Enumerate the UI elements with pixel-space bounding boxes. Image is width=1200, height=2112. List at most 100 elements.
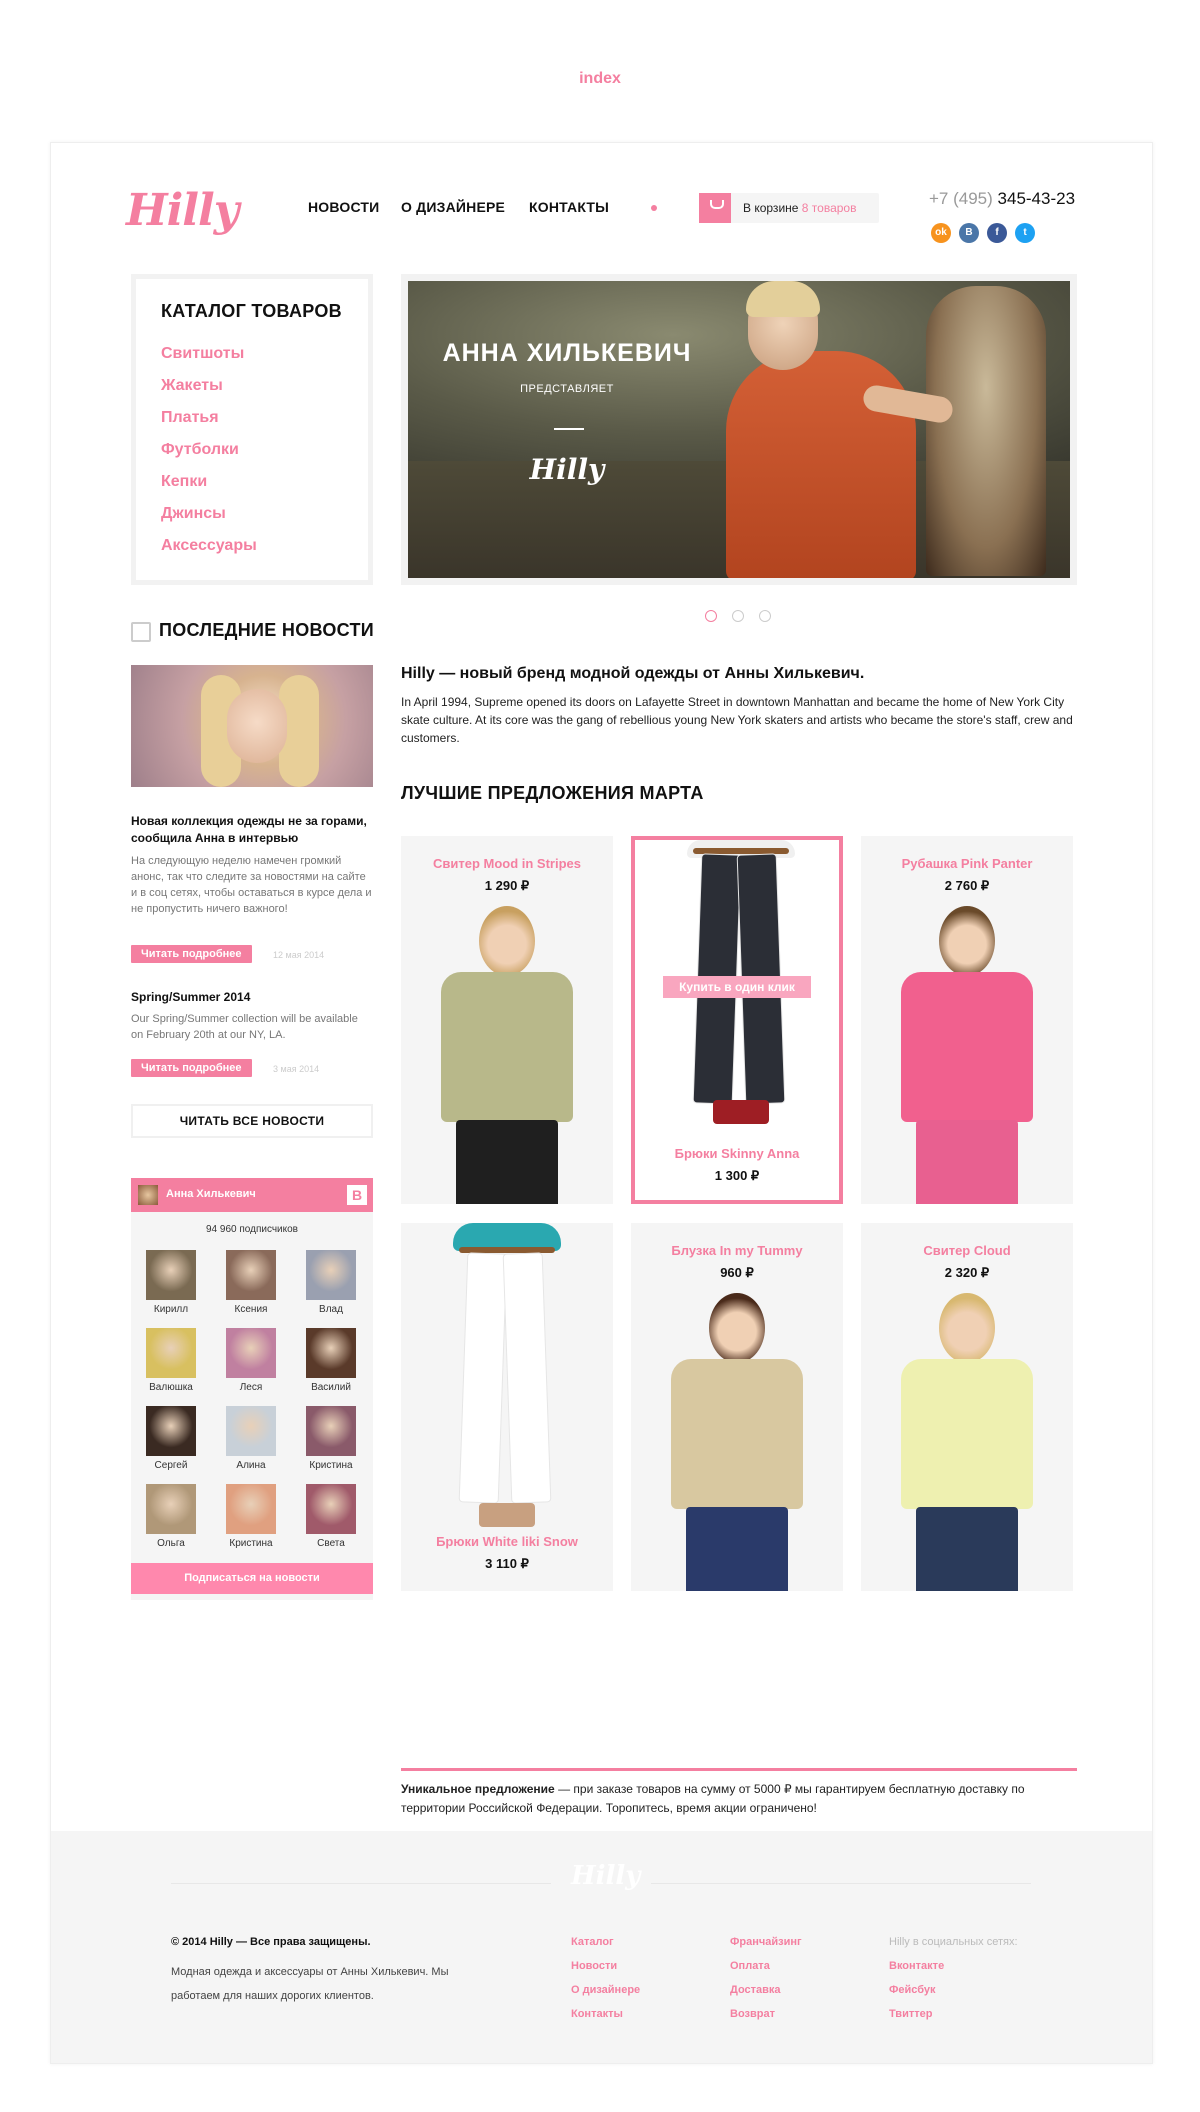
brand-description: In April 1994, Supreme opened its doors … xyxy=(401,695,1073,745)
page: index Hilly НОВОСТИ О ДИЗАЙНЕРЕ КОНТАКТЫ… xyxy=(0,0,1200,2112)
footer-description: Модная одежда и аксессуары от Анны Хильк… xyxy=(171,1966,449,2002)
vk-friend-name: Влад xyxy=(319,1304,343,1315)
product-name[interactable]: Брюки Skinny Anna xyxy=(635,1146,839,1161)
product-card[interactable]: Блузка In my Tummy 960 ₽ xyxy=(631,1223,843,1591)
catalog-item[interactable]: Свитшоты xyxy=(161,344,257,376)
product-card[interactable]: Рубашка Pink Panter 2 760 ₽ xyxy=(861,836,1073,1204)
product-card[interactable]: Свитер Cloud 2 320 ₽ xyxy=(861,1223,1073,1591)
catalog-item[interactable]: Футболки xyxy=(161,440,257,472)
catalog-list: Свитшоты Жакеты Платья Футболки Кепки Джинсы А… xyxy=(161,344,257,568)
vk-friend[interactable]: Василий xyxy=(306,1328,356,1393)
footer-link[interactable]: О дизайнере xyxy=(571,1984,640,1996)
subscribe-button[interactable]: Подписаться на новости xyxy=(131,1563,373,1594)
twitter-icon[interactable]: t xyxy=(1015,223,1035,243)
chair-image xyxy=(926,286,1046,576)
product-price: 2 320 ₽ xyxy=(944,1265,990,1280)
slider-dots xyxy=(705,610,785,622)
footer-link[interactable]: Каталог xyxy=(571,1936,614,1948)
vk-friend-name: Алина xyxy=(236,1460,266,1471)
site-logo[interactable]: Hilly xyxy=(126,185,239,236)
phone-number: +7 (495) 345-43-23 xyxy=(929,189,1076,208)
vk-friend-name: Василий xyxy=(311,1382,351,1393)
unique-offer-divider xyxy=(401,1768,1077,1771)
catalog-item[interactable]: Жакеты xyxy=(161,376,257,408)
nav-contacts[interactable]: КОНТАКТЫ xyxy=(529,199,609,215)
buy-one-click-button[interactable]: Купить в один клик xyxy=(663,976,811,998)
facebook-icon[interactable]: f xyxy=(987,223,1007,243)
vk-friend[interactable]: Кристина xyxy=(226,1484,276,1549)
product-card[interactable]: Брюки Skinny Anna 1 300 ₽ Купить в один кл… xyxy=(631,836,843,1204)
vk-friend[interactable]: Света xyxy=(306,1484,356,1549)
slider-dot[interactable] xyxy=(705,610,717,622)
avatar xyxy=(226,1328,276,1378)
footer-logo[interactable]: Hilly xyxy=(571,1861,640,1891)
vk-friend[interactable]: Кристина xyxy=(306,1406,356,1471)
vk-friend[interactable]: Сергей xyxy=(146,1406,196,1471)
vk-friend[interactable]: Алина xyxy=(226,1406,276,1471)
news-item-title[interactable]: Spring/Summer 2014 xyxy=(131,989,381,1006)
vkontakte-icon[interactable]: B xyxy=(959,223,979,243)
footer-link[interactable]: Фейсбук xyxy=(889,1984,936,1996)
news-item-title[interactable]: Новая коллекция одежды не за горами, соо… xyxy=(131,813,381,847)
shopping-bag-icon xyxy=(699,193,731,223)
model-head xyxy=(939,1293,995,1363)
nav-designer[interactable]: О ДИЗАЙНЕРЕ xyxy=(401,199,505,215)
model-bottom xyxy=(916,1507,1018,1591)
catalog-item[interactable]: Джинсы xyxy=(161,504,257,536)
catalog-item[interactable]: Платья xyxy=(161,408,257,440)
news-title: ПОСЛЕДНИЕ НОВОСТИ xyxy=(131,620,374,642)
catalog-item[interactable]: Аксессуары xyxy=(161,536,257,568)
odnoklassniki-icon[interactable]: ok xyxy=(931,223,951,243)
vk-friend[interactable]: Кирилл xyxy=(146,1250,196,1315)
footer-link[interactable]: Доставка xyxy=(730,1984,781,1996)
catalog-item[interactable]: Кепки xyxy=(161,472,257,504)
model-top xyxy=(901,972,1033,1122)
footer-divider xyxy=(171,1883,551,1884)
vk-friend-name: Ксения xyxy=(234,1304,268,1315)
catalog-box: КАТАЛОГ ТОВАРОВ Свитшоты Жакеты Платья Футб… xyxy=(131,274,373,585)
product-name[interactable]: Блузка In my Tummy xyxy=(631,1243,843,1258)
product-name[interactable]: Свитер Cloud xyxy=(861,1243,1073,1258)
vkontakte-icon: B xyxy=(347,1185,367,1205)
slider-dot[interactable] xyxy=(732,610,744,622)
model-bottom xyxy=(686,1507,788,1591)
product-name[interactable]: Брюки White liki Snow xyxy=(401,1534,613,1549)
vk-friend[interactable]: Ольга xyxy=(146,1484,196,1549)
shoe xyxy=(479,1503,535,1527)
leg xyxy=(458,1252,508,1504)
vk-header[interactable]: Анна Хилькевич B xyxy=(131,1178,373,1212)
all-news-button[interactable]: ЧИТАТЬ ВСЕ НОВОСТИ xyxy=(131,1104,373,1138)
model-bottom xyxy=(916,1120,1018,1204)
avatar xyxy=(306,1484,356,1534)
news-image[interactable] xyxy=(131,665,373,787)
read-more-button[interactable]: Читать подробнее xyxy=(131,945,252,963)
footer-link[interactable]: Франчайзинг xyxy=(730,1936,802,1948)
footer-link[interactable]: Новости xyxy=(571,1960,617,1972)
product-card[interactable]: Свитер Mood in Stripes 1 290 ₽ xyxy=(401,836,613,1204)
news-date: 3 мая 2014 xyxy=(273,1064,320,1074)
cart-widget[interactable]: В корзине 8 товаров xyxy=(699,193,879,223)
footer-link[interactable]: Возврат xyxy=(730,2008,775,2020)
footer-link[interactable]: Оплата xyxy=(730,1960,770,1972)
hero-title: АННА ХИЛЬКЕВИЧ xyxy=(442,339,692,367)
vk-friend[interactable]: Ксения xyxy=(226,1250,276,1315)
vk-friend[interactable]: Леся xyxy=(226,1328,276,1393)
footer-link[interactable]: Вконтакте xyxy=(889,1960,944,1972)
avatar xyxy=(306,1328,356,1378)
vk-friend[interactable]: Валюшка xyxy=(146,1328,196,1393)
product-card[interactable]: Брюки White liki Snow 3 110 ₽ xyxy=(401,1223,613,1591)
vk-friend[interactable]: Влад xyxy=(306,1250,356,1315)
footer-social-title: Hilly в социальных сетях: xyxy=(889,1936,1018,1948)
product-name[interactable]: Свитер Mood in Stripes xyxy=(401,856,613,871)
product-name[interactable]: Рубашка Pink Panter xyxy=(861,856,1073,871)
footer-link[interactable]: Контакты xyxy=(571,2008,623,2020)
cart-count: 8 товаров xyxy=(801,201,857,215)
nav-news[interactable]: НОВОСТИ xyxy=(308,199,379,215)
leg xyxy=(502,1252,552,1504)
slider-dot[interactable] xyxy=(759,610,771,622)
model-top xyxy=(671,1359,803,1509)
footer-link[interactable]: Твиттер xyxy=(889,2008,932,2020)
read-more-button[interactable]: Читать подробнее xyxy=(131,1059,252,1077)
vk-widget: Анна Хилькевич B 94 960 подписчиков Кири… xyxy=(131,1178,373,1600)
hero-slider[interactable]: АННА ХИЛЬКЕВИЧ ПРЕДСТАВЛЯЕТ Hilly xyxy=(401,274,1077,585)
